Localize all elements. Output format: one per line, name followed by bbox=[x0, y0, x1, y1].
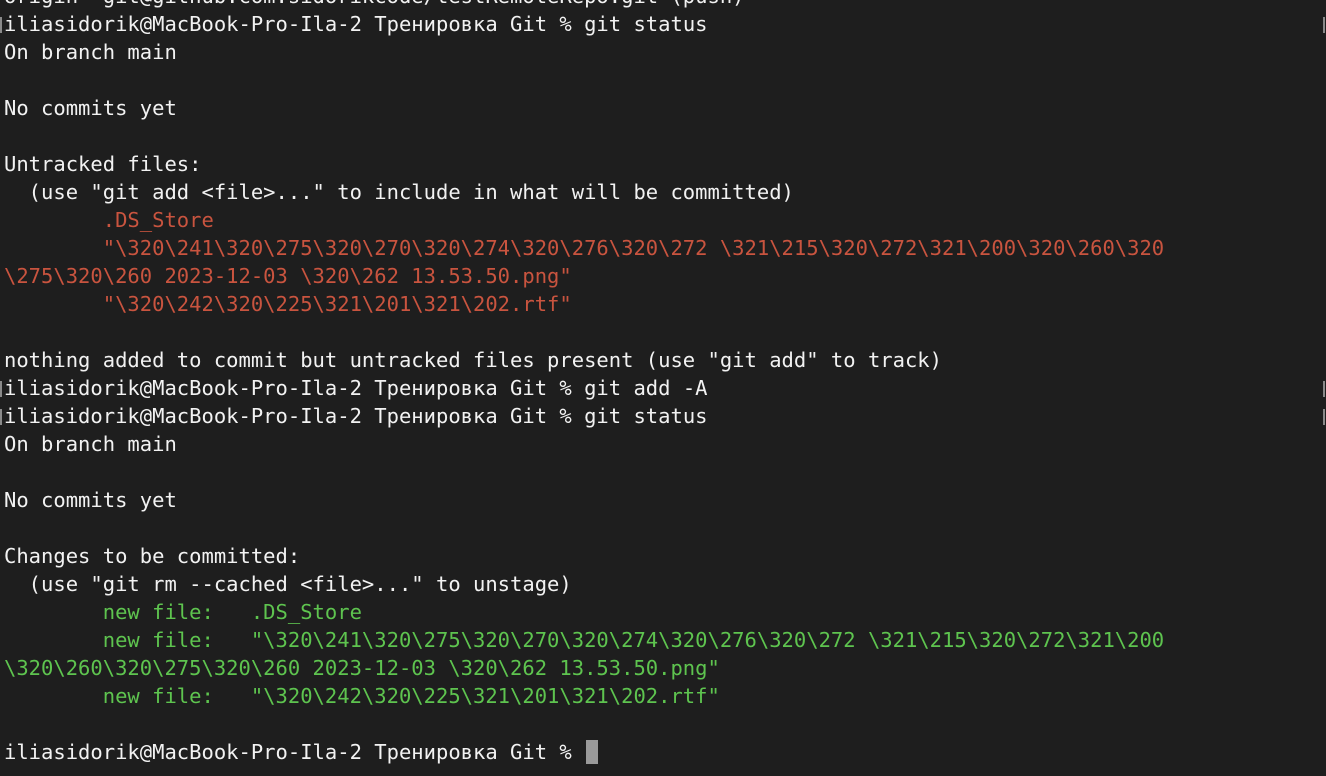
output-line: origin git@github.com:sidorikcode/testRe… bbox=[4, 0, 1326, 10]
prompt-marker bbox=[0, 381, 2, 397]
command-text: git status bbox=[584, 12, 708, 36]
text-cursor[interactable] bbox=[586, 740, 599, 764]
output-line: No commits yet bbox=[4, 488, 177, 512]
untracked-file-line: "\320\241\320\275\320\270\320\274\320\27… bbox=[4, 236, 1165, 260]
untracked-file-line: .DS_Store bbox=[4, 208, 214, 232]
output-line: On branch main bbox=[4, 40, 177, 64]
staged-file-line: new file: "\320\241\320\275\320\270\320\… bbox=[4, 628, 1165, 652]
prompt-marker bbox=[0, 17, 2, 33]
staged-file-line: new file: .DS_Store bbox=[4, 600, 362, 624]
command-text: git status bbox=[584, 404, 708, 428]
prompt-marker bbox=[0, 409, 2, 425]
untracked-file-line: \275\320\260 2023-12-03 \320\262 13.53.5… bbox=[4, 264, 572, 288]
prompt-line: iliasidorik@MacBook-Pro-Ila-2 Тренировка… bbox=[4, 10, 1326, 38]
staged-file-line: \320\260\320\275\320\260 2023-12-03 \320… bbox=[4, 656, 720, 680]
shell-prompt: iliasidorik@MacBook-Pro-Ila-2 Тренировка… bbox=[4, 376, 585, 400]
prompt-line: iliasidorik@MacBook-Pro-Ila-2 Тренировка… bbox=[4, 402, 1326, 430]
output-line: (use "git add <file>..." to include in w… bbox=[4, 180, 794, 204]
prompt-mark-right bbox=[1323, 381, 1325, 397]
shell-prompt: iliasidorik@MacBook-Pro-Ila-2 Тренировка… bbox=[4, 12, 585, 36]
prompt-mark-right bbox=[1323, 17, 1325, 33]
prompt-line: iliasidorik@MacBook-Pro-Ila-2 Тренировка… bbox=[4, 374, 1326, 402]
output-line: nothing added to commit but untracked fi… bbox=[4, 348, 942, 372]
staged-file-line: new file: "\320\242\320\225\321\201\321\… bbox=[4, 684, 720, 708]
shell-prompt: iliasidorik@MacBook-Pro-Ila-2 Тренировка… bbox=[4, 740, 585, 764]
output-line: On branch main bbox=[4, 432, 177, 456]
shell-prompt: iliasidorik@MacBook-Pro-Ila-2 Тренировка… bbox=[4, 404, 585, 428]
command-text: git add -A bbox=[584, 376, 708, 400]
output-line: No commits yet bbox=[4, 96, 177, 120]
output-line: Changes to be committed: bbox=[4, 544, 301, 568]
terminal-output[interactable]: origin git@github.com:sidorikcode/testRe… bbox=[4, 0, 1326, 766]
prompt-mark-right bbox=[1323, 409, 1325, 425]
active-prompt-line: iliasidorik@MacBook-Pro-Ila-2 Тренировка… bbox=[4, 738, 1326, 766]
untracked-file-line: "\320\242\320\225\321\201\321\202.rtf" bbox=[4, 292, 572, 316]
output-line: (use "git rm --cached <file>..." to unst… bbox=[4, 572, 572, 596]
output-line: Untracked files: bbox=[4, 152, 202, 176]
